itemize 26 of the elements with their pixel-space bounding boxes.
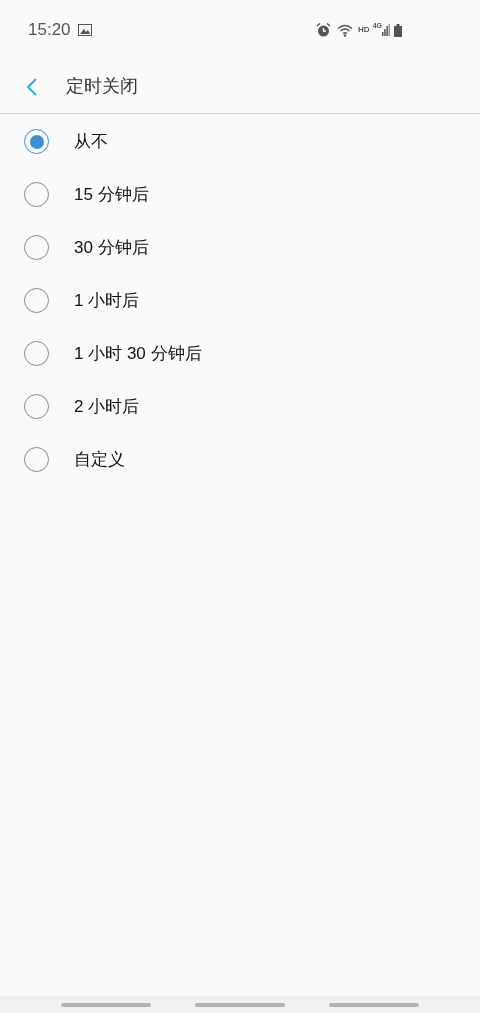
image-icon — [77, 24, 92, 36]
timer-option[interactable]: 1 小时 30 分钟后 — [0, 327, 480, 380]
option-label: 15 分钟后 — [74, 183, 149, 206]
option-label: 1 小时后 — [74, 289, 140, 312]
option-label: 30 分钟后 — [74, 236, 149, 259]
option-label: 1 小时 30 分钟后 — [74, 342, 202, 365]
signal-icon — [382, 24, 390, 36]
nav-handle[interactable] — [61, 1002, 151, 1007]
option-label: 从不 — [74, 130, 108, 153]
timer-option[interactable]: 1 小时后 — [0, 274, 480, 327]
nav-handle[interactable] — [329, 1002, 419, 1007]
timer-option[interactable]: 自定义 — [0, 433, 480, 486]
option-label: 自定义 — [74, 448, 125, 471]
alarm-icon — [316, 22, 332, 38]
timer-option[interactable]: 30 分钟后 — [0, 221, 480, 274]
nav-handle[interactable] — [195, 1002, 285, 1007]
status-time: 15:20 — [28, 19, 71, 42]
timer-option[interactable]: 15 分钟后 — [0, 168, 480, 221]
timer-option[interactable]: 从不 — [0, 115, 480, 168]
wifi-icon — [337, 23, 355, 37]
back-icon — [26, 76, 38, 97]
timer-option[interactable]: 2 小时后 — [0, 380, 480, 433]
option-label: 2 小时后 — [74, 395, 140, 418]
battery-icon — [394, 23, 402, 37]
hd-indicator: HD — [358, 24, 370, 36]
page-title: 定时关闭 — [66, 75, 138, 98]
